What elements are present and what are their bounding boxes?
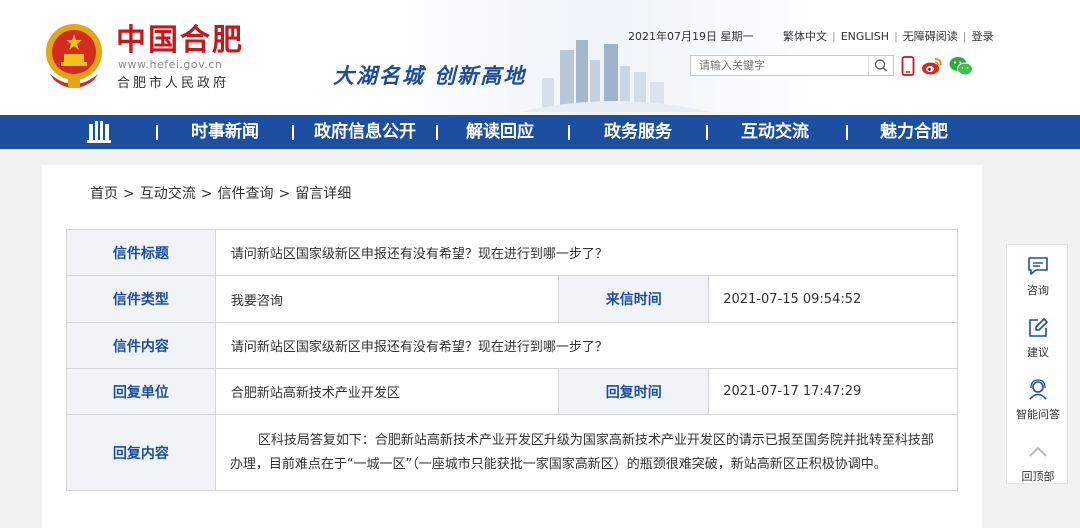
table-row: 信件内容 请问新站区国家级新区申报还有没有希望？现在进行到哪一步了？ [66,322,959,369]
suggestion-button[interactable]: 建议 [1007,307,1069,367]
weibo-icon[interactable] [921,56,943,76]
current-date: 2021年07月19日 星期一 [628,30,754,43]
main-navigation: 时事新闻 政府信息公开 解读回应 政务服务 互动交流 魅力合肥 [0,115,1080,149]
separator: | [962,30,967,43]
nav-item-gov-info[interactable]: 政府信息公开 [302,115,428,149]
type-value: 我要咨询 [214,275,560,323]
breadcrumb: 首页 > 互动交流 > 信件查询 > 留言详细 [90,183,351,203]
search-input[interactable] [691,56,867,75]
nav-divider [706,125,708,140]
site-subtitle: 合肥市人民政府 [117,76,230,91]
emblem-icon[interactable] [42,22,106,90]
wechat-icon[interactable] [949,56,973,76]
consult-label: 咨询 [1027,284,1049,297]
letter-detail-table: 信件标题 请问新站区国家级新区申报还有没有希望？现在进行到哪一步了？ 信件类型 … [66,229,959,491]
chat-bubble-icon [1028,257,1048,275]
nav-divider [292,125,294,140]
traditional-chinese-link[interactable]: 繁体中文 [783,30,827,43]
site-url: www.hefei.gov.cn [118,58,223,71]
home-building-icon[interactable] [86,121,112,143]
top-utility-bar: 2021年07月19日 星期一 繁体中文 | ENGLISH | 无障碍阅读 | 登录 [628,28,994,44]
breadcrumb-interaction[interactable]: 互动交流 [140,186,196,202]
nav-item-services[interactable]: 政务服务 [578,115,698,149]
slogan: 大湖名城 创新高地 [333,64,527,88]
edit-icon [1029,318,1048,337]
search-box [690,55,894,76]
type-label: 信件类型 [66,275,216,323]
user-headset-icon [1029,379,1047,400]
reply-content-label: 回复内容 [66,414,216,491]
consult-button[interactable]: 咨询 [1007,245,1069,305]
breadcrumb-home[interactable]: 首页 [90,186,118,202]
reply-time-label: 回复时间 [558,368,710,415]
nav-item-interpretation[interactable]: 解读回应 [446,115,554,149]
breadcrumb-arrow: > [123,186,135,202]
reply-content-value: 区科技局答复如下：合肥新站高新技术产业开发区升级为国家高新技术产业开发区的请示已… [214,414,959,491]
breadcrumb-arrow: > [200,186,213,202]
phone-icon[interactable] [901,56,915,76]
reply-unit-value: 合肥新站高新技术产业开发区 [214,368,560,415]
nav-divider [846,125,848,140]
nav-item-news[interactable]: 时事新闻 [166,115,284,149]
table-row: 回复内容 区科技局答复如下：合肥新站高新技术产业开发区升级为国家高新技术产业开发… [66,414,959,491]
english-link[interactable]: ENGLISH [841,30,889,43]
accessibility-link[interactable]: 无障碍阅读 [903,30,958,43]
nav-divider [436,125,438,140]
nav-item-charm-hefei[interactable]: 魅力合肥 [856,115,972,149]
site-header: 中国合肥 www.hefei.gov.cn 合肥市人民政府 大湖名城 创新高地 … [0,0,1080,115]
nav-item-interaction[interactable]: 互动交流 [716,115,834,149]
reply-unit-label: 回复单位 [66,368,216,415]
chevron-up-icon [1029,446,1047,457]
separator: | [894,30,898,43]
search-button[interactable] [868,56,893,75]
title-value: 请问新站区国家级新区申报还有没有希望？现在进行到哪一步了？ [214,229,959,276]
table-row: 信件类型 我要咨询 来信时间 2021-07-15 09:54:52 [66,275,958,323]
smart-qa-button[interactable]: 智能问答 [1007,369,1069,429]
back-to-top-label: 回顶部 [1021,470,1055,483]
smart-qa-label: 智能问答 [1016,408,1060,421]
breadcrumb-letter-query[interactable]: 信件查询 [217,186,273,202]
breadcrumb-current: 留言详细 [295,186,352,202]
time-label: 来信时间 [558,275,710,323]
suggestion-label: 建议 [1027,346,1049,359]
back-to-top-button[interactable]: 回顶部 [1007,431,1069,491]
content-panel: 首页 > 互动交流 > 信件查询 > 留言详细 信件标题 请问新站区国家级新区申报还有没有希… [42,165,982,528]
floating-sidebar: 咨询 建议 智能问答 回顶部 [1006,244,1068,484]
reply-time-value: 2021-07-17 17:47:29 [708,368,958,415]
title-label: 信件标题 [66,229,216,276]
table-row: 信件标题 请问新站区国家级新区申报还有没有希望？现在进行到哪一步了？ [66,229,959,276]
table-row: 回复单位 合肥新站高新技术产业开发区 回复时间 2021-07-17 17:47… [66,368,958,415]
nav-divider [568,125,570,140]
nav-divider [156,125,158,140]
login-link[interactable]: 登录 [972,30,994,43]
separator: | [832,30,836,43]
content-label: 信件内容 [66,322,216,369]
site-logo-title[interactable]: 中国合肥 [116,24,244,58]
time-value: 2021-07-15 09:54:52 [708,275,958,323]
search-icon [874,59,888,72]
content-value: 请问新站区国家级新区申报还有没有希望？现在进行到哪一步了？ [214,322,959,369]
breadcrumb-arrow: > [278,186,291,202]
